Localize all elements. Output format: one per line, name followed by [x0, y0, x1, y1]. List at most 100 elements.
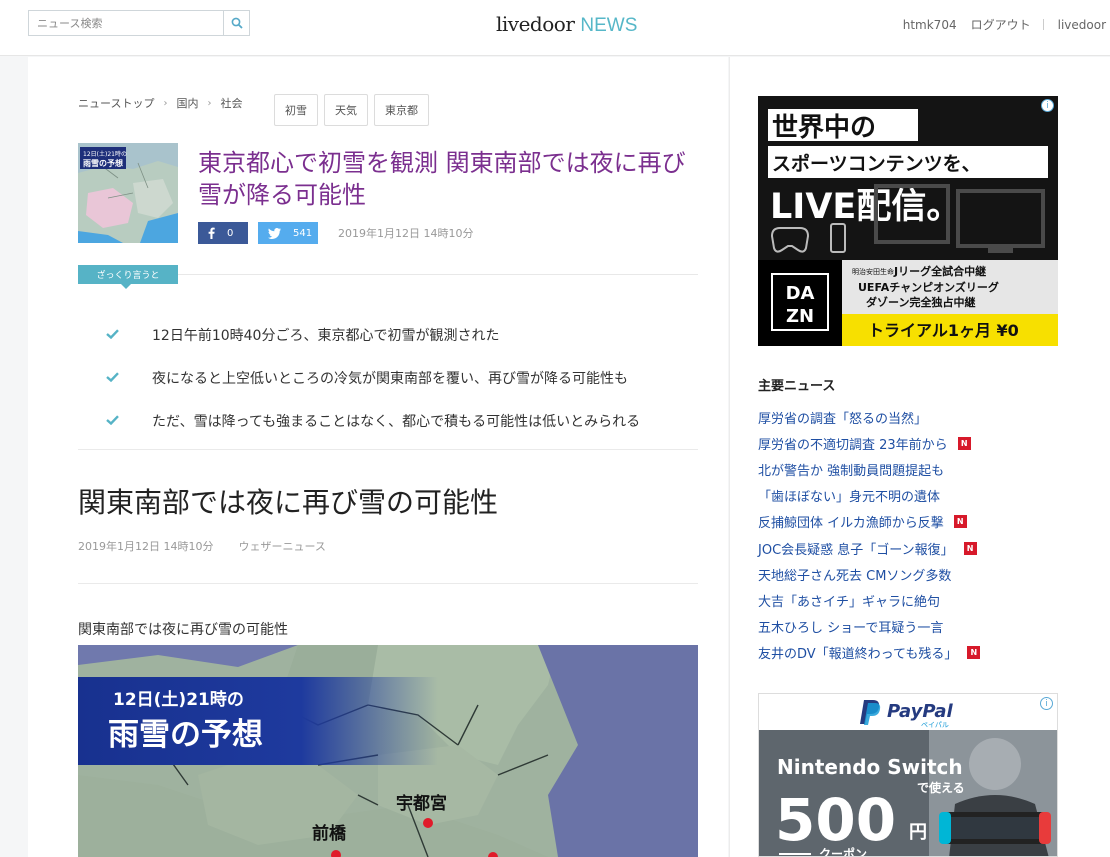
meta-date: 2019年1月12日 14時10分: [78, 540, 214, 553]
news-item[interactable]: 大吉「あさイチ」ギャラに絶句: [758, 587, 1058, 613]
news-item[interactable]: 厚労省の調査「怒るの当然」: [758, 404, 1058, 430]
sidebar: 世界中の スポーツコンテンツを、 LIVE配信。 DA ZN 明治安田生命 Jリ…: [729, 57, 1110, 857]
ad-info-icon[interactable]: i: [1040, 697, 1053, 710]
news-link[interactable]: 友井のDV「報道終わっても残る」: [758, 643, 957, 662]
username-link[interactable]: htmk704: [903, 18, 957, 32]
article-main-image[interactable]: 12日(土)21時の 雨雪の予想 宇都宮 前橋: [78, 645, 698, 857]
breadcrumb-item-domestic[interactable]: 国内: [176, 95, 198, 111]
facebook-count: 0: [227, 227, 234, 239]
logo-livedoor: livedoor: [496, 12, 575, 36]
check-icon: [106, 370, 152, 386]
article-date: 2019年1月12日 14時10分: [338, 227, 474, 240]
breadcrumb-item-top[interactable]: ニューストップ: [78, 95, 154, 111]
ad-amount-unit: 円: [909, 822, 927, 843]
facebook-share-button[interactable]: 0: [198, 222, 248, 244]
tag-first-snow[interactable]: 初雪: [274, 94, 318, 126]
meta-source[interactable]: ウェザーニュース: [238, 538, 325, 554]
summary-badge: ざっくり言うと: [78, 265, 178, 289]
nav-separator: [1042, 19, 1044, 30]
ad-switch-text: Nintendo Switch: [777, 755, 963, 779]
news-link[interactable]: 北が警告か 強制動員問題提起も: [758, 460, 944, 479]
figure-label-line1: 12日(土)21時の: [113, 689, 244, 710]
livedoor-link[interactable]: livedoor: [1058, 18, 1106, 32]
new-badge-icon: N: [953, 515, 967, 529]
ad-headline-1: 世界中の: [772, 113, 876, 143]
breadcrumb: ニューストップ › 国内 › 社会: [78, 95, 242, 111]
news-link[interactable]: JOC会長疑惑 息子「ゴーン報復」: [758, 539, 954, 558]
check-icon: [106, 413, 152, 429]
tag-list: 初雪 天気 東京都: [274, 94, 429, 126]
section-divider: [78, 449, 698, 450]
dazn-ad-banner[interactable]: 世界中の スポーツコンテンツを、 LIVE配信。 DA ZN 明治安田生命 Jリ…: [758, 96, 1058, 346]
article-heading: 関東南部では夜に再び雪の可能性: [78, 486, 499, 519]
twitter-icon: [268, 227, 281, 239]
city-label-utsunomiya: 宇都宮: [396, 793, 447, 814]
dazn-logo-bottom: ZN: [786, 306, 814, 327]
paypal-ad-banner[interactable]: PayPal ペイパル Nintendo Switch で使える 500 円 ク…: [758, 693, 1058, 857]
logout-link[interactable]: ログアウト: [971, 16, 1031, 33]
news-item[interactable]: JOC会長疑惑 息子「ゴーン報復」 N: [758, 535, 1058, 561]
paypal-logo-text: PayPal: [887, 701, 954, 722]
news-link[interactable]: 天地総子さん死去 CMソング多数: [758, 565, 951, 584]
dazn-logo-top: DA: [786, 283, 815, 304]
dazn-ad-image: 世界中の スポーツコンテンツを、 LIVE配信。 DA ZN 明治安田生命 Jリ…: [758, 96, 1058, 346]
news-link[interactable]: 五木ひろし ショーで耳疑う一言: [758, 617, 943, 636]
ad-cta: トライアル1ヶ月 ¥0: [868, 321, 1019, 340]
news-link[interactable]: 反捕鯨団体 イルカ漁師から反撃: [758, 512, 944, 531]
check-icon: [106, 327, 152, 343]
news-link[interactable]: 大吉「あさイチ」ギャラに絶句: [758, 591, 940, 610]
news-link[interactable]: 厚労省の不適切調査 23年前から: [758, 434, 948, 453]
breadcrumb-item-society[interactable]: 社会: [220, 95, 242, 111]
paypal-ad-image: PayPal ペイパル Nintendo Switch で使える 500 円 ク…: [759, 694, 1057, 857]
thumbnail-label-line1: 12日(土)21時の: [83, 150, 127, 158]
twitter-share-button[interactable]: 541: [258, 222, 318, 244]
paypal-logo-sub: ペイパル: [921, 721, 949, 729]
news-link[interactable]: 「歯ほぼない」身元不明の遺体: [758, 486, 940, 505]
tag-tokyo[interactable]: 東京都: [374, 94, 429, 126]
summary-item: ただ、雪は降っても強まることはなく、都心で積もる可能性は低いとみられる: [106, 399, 706, 442]
search-icon: [231, 17, 243, 29]
news-item[interactable]: 五木ひろし ショーで耳疑う一言: [758, 614, 1058, 640]
news-item[interactable]: 「歯ほぼない」身元不明の遺体: [758, 483, 1058, 509]
ad-coupon-text: クーポン: [819, 846, 867, 857]
summary-text: 夜になると上空低いところの冷気が関東南部を覆い、再び雪が降る可能性も: [152, 370, 628, 387]
summary-item: 夜になると上空低いところの冷気が関東南部を覆い、再び雪が降る可能性も: [106, 356, 706, 399]
news-item[interactable]: 北が警告か 強制動員問題提起も: [758, 456, 1058, 482]
ad-headline-3: LIVE配信。: [770, 187, 961, 227]
twitter-count: 541: [293, 227, 313, 239]
image-caption: 関東南部では夜に再び雪の可能性: [78, 622, 288, 638]
article-thumbnail[interactable]: 12日(土)21時の 雨雪の予想: [78, 143, 178, 243]
article-title[interactable]: 東京都心で初雪を観測 関東南部では夜に再び雪が降る可能性: [198, 147, 698, 211]
news-item[interactable]: 天地総子さん死去 CMソング多数: [758, 561, 1058, 587]
search-button[interactable]: [223, 11, 249, 35]
site-header: livedoor NEWS htmk704 ログアウト livedoor: [0, 0, 1110, 56]
news-link[interactable]: 厚労省の調査「怒るの当然」: [758, 408, 927, 427]
ad-info-icon[interactable]: i: [1041, 99, 1054, 112]
summary-list: 12日午前10時40分ごろ、東京都心で初雪が観測された 夜になると上空低いところ…: [106, 313, 706, 442]
summary-text: ただ、雪は降っても強まることはなく、都心で積もる可能性は低いとみられる: [152, 413, 641, 430]
news-item[interactable]: 反捕鯨団体 イルカ漁師から反撃 N: [758, 509, 1058, 535]
thumbnail-label-line2: 雨雪の予想: [83, 158, 123, 168]
article-meta: 2019年1月12日 14時10分 ウェザーニュース: [78, 538, 326, 554]
header-nav: htmk704 ログアウト livedoor: [903, 16, 1110, 33]
ad-info-3: ダゾーン完全独占中継: [866, 295, 975, 309]
search-box: [28, 10, 250, 36]
ad-info-2: UEFAチャンピオンズリーグ: [858, 280, 999, 294]
new-badge-icon: N: [963, 541, 977, 555]
news-item[interactable]: 厚労省の不適切調査 23年前から N: [758, 430, 1058, 456]
news-item[interactable]: 友井のDV「報道終わっても残る」 N: [758, 640, 1058, 666]
city-label-maebashi: 前橋: [312, 823, 347, 844]
search-input[interactable]: [29, 11, 223, 35]
top-news-title: 主要ニュース: [758, 379, 836, 394]
ad-info-1: Jリーグ全試合中継: [893, 264, 986, 278]
new-badge-icon: N: [957, 436, 971, 450]
site-logo[interactable]: livedoor NEWS: [496, 12, 637, 37]
share-bar: 0 541 2019年1月12日 14時10分: [198, 222, 473, 244]
logo-news: NEWS: [580, 15, 638, 36]
city-marker-utsunomiya: [423, 818, 433, 828]
summary-item: 12日午前10時40分ごろ、東京都心で初雪が観測された: [106, 313, 706, 356]
tag-weather[interactable]: 天気: [324, 94, 368, 126]
breadcrumb-arrow-icon: ›: [207, 97, 212, 109]
top-news-list: 厚労省の調査「怒るの当然」 厚労省の不適切調査 23年前から N 北が警告か 強制…: [758, 404, 1058, 666]
section-divider: [78, 583, 698, 584]
